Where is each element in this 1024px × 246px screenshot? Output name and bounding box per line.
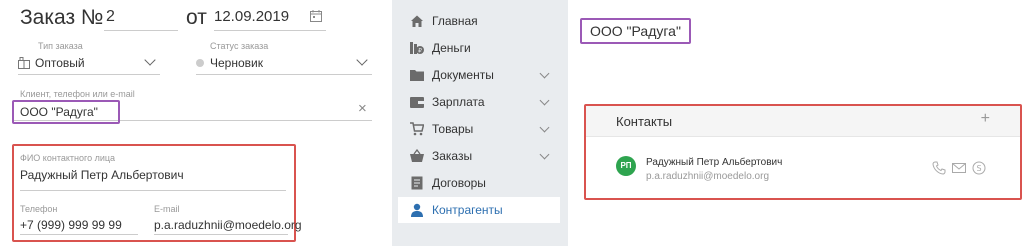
chevron-down-icon bbox=[539, 95, 550, 106]
sidebar-item-label: Заказы bbox=[432, 149, 473, 163]
order-status-value: Черновик bbox=[210, 56, 263, 70]
order-status-label: Статус заказа bbox=[210, 41, 269, 51]
fio-underline bbox=[20, 190, 286, 191]
contacts-title: Контакты bbox=[616, 114, 673, 129]
sidebar-item-label: Главная bbox=[432, 14, 478, 28]
order-type-icon bbox=[18, 57, 30, 69]
skype-icon[interactable]: S bbox=[972, 161, 986, 175]
fio-label: ФИО контактного лица bbox=[20, 153, 116, 163]
order-form: Заказ № 2 от 12.09.2019 Тип заказа Оптов… bbox=[0, 0, 392, 246]
sidebar-item-documents[interactable]: Документы bbox=[398, 62, 560, 88]
sidebar-item-label: Договоры bbox=[432, 176, 486, 190]
sidebar-item-contracts[interactable]: Договоры bbox=[398, 170, 560, 196]
phone-label: Телефон bbox=[20, 204, 58, 214]
home-icon bbox=[411, 15, 423, 27]
contacts-card: Контакты + РП Радужный Петр Альбертович … bbox=[584, 104, 1022, 200]
organization-title: ООО "Радуга" bbox=[580, 18, 691, 44]
svg-text:₽: ₽ bbox=[418, 48, 422, 55]
client-label: Клиент, телефон или e-mail bbox=[20, 89, 135, 99]
order-type-select[interactable]: Оптовый bbox=[18, 52, 160, 75]
chevron-down-icon bbox=[144, 54, 156, 66]
chevron-down-icon bbox=[356, 54, 368, 66]
email-underline bbox=[154, 234, 288, 235]
sidebar-item-label: Контрагенты bbox=[432, 203, 503, 217]
chevron-down-icon bbox=[539, 122, 550, 133]
chevron-down-icon bbox=[539, 68, 550, 79]
chevron-down-icon bbox=[539, 149, 550, 160]
sidebar-item-goods[interactable]: Товары bbox=[398, 116, 560, 142]
order-status-select[interactable]: Черновик bbox=[196, 52, 372, 75]
sidebar-item-money[interactable]: ₽ Деньги bbox=[398, 35, 560, 61]
status-dot-icon bbox=[196, 59, 204, 67]
order-type-label: Тип заказа bbox=[38, 41, 83, 51]
order-type-value: Оптовый bbox=[35, 56, 85, 70]
contact-email: p.a.raduzhnii@moedelo.org bbox=[646, 171, 770, 182]
client-input[interactable]: ООО "Радуга" bbox=[12, 100, 120, 124]
sidebar-item-label: Зарплата bbox=[432, 95, 485, 109]
order-date-prefix: от bbox=[186, 6, 207, 29]
email-label: E-mail bbox=[154, 204, 180, 214]
money-icon: ₽ bbox=[410, 42, 424, 55]
mail-icon[interactable] bbox=[952, 161, 966, 175]
svg-text:S: S bbox=[976, 164, 981, 173]
cart-icon bbox=[410, 122, 424, 136]
phone-icon[interactable] bbox=[932, 161, 946, 175]
phone-value[interactable]: +7 (999) 999 99 99 bbox=[20, 218, 122, 232]
client-value: ООО "Радуга" bbox=[20, 105, 98, 119]
fio-value[interactable]: Радужный Петр Альбертович bbox=[20, 168, 184, 182]
order-date-value: 12.09.2019 bbox=[214, 8, 290, 25]
clear-icon[interactable]: × bbox=[358, 100, 367, 117]
wallet-icon bbox=[410, 97, 424, 108]
order-title: Заказ № bbox=[20, 6, 104, 29]
sidebar: Главная ₽ Деньги Документы Зарплата Това… bbox=[392, 0, 568, 246]
sidebar-item-label: Документы bbox=[432, 68, 494, 82]
sidebar-item-label: Деньги bbox=[432, 41, 471, 55]
add-contact-icon[interactable]: + bbox=[981, 110, 990, 128]
contact-name[interactable]: Радужный Петр Альбертович bbox=[646, 157, 782, 168]
document-icon bbox=[411, 176, 423, 190]
avatar: РП bbox=[616, 156, 636, 176]
sidebar-item-orders[interactable]: Заказы bbox=[398, 143, 560, 169]
sidebar-item-label: Товары bbox=[432, 122, 474, 136]
person-icon bbox=[411, 203, 423, 217]
counterparty-panel: ООО "Радуга" Контакты + РП Радужный Петр… bbox=[568, 0, 1024, 246]
basket-icon bbox=[410, 149, 424, 162]
sidebar-item-salary[interactable]: Зарплата bbox=[398, 89, 560, 115]
email-value[interactable]: p.a.raduzhnii@moedelo.org bbox=[154, 218, 302, 232]
contacts-header: Контакты + bbox=[586, 106, 1020, 137]
phone-underline bbox=[20, 234, 138, 235]
folder-icon bbox=[410, 70, 424, 81]
order-number-field[interactable]: 2 bbox=[104, 4, 178, 31]
calendar-icon[interactable] bbox=[310, 10, 322, 22]
sidebar-item-counterparties[interactable]: Контрагенты bbox=[398, 197, 560, 223]
contact-person-block: ФИО контактного лица Радужный Петр Альбе… bbox=[12, 144, 302, 242]
sidebar-item-home[interactable]: Главная bbox=[398, 8, 560, 34]
